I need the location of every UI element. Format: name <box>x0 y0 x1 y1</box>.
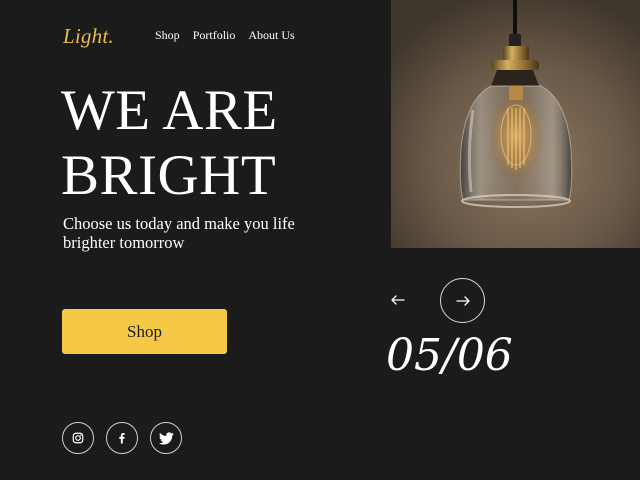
twitter-link[interactable] <box>150 422 182 454</box>
social-links <box>62 422 182 454</box>
slide-counter: 05/06 <box>386 330 513 381</box>
lamp-illustration <box>391 0 640 248</box>
hero-tagline: Choose us today and make you life bright… <box>63 214 295 252</box>
headline-line-1: WE ARE <box>61 79 278 142</box>
slider-prev-button[interactable] <box>385 287 411 313</box>
pendant-lamp-image <box>391 0 640 248</box>
headline-line-2: BRIGHT <box>61 144 277 207</box>
main-nav: Shop Portfolio About Us <box>155 28 295 43</box>
logo[interactable]: Light. <box>63 24 114 49</box>
nav-item-portfolio[interactable]: Portfolio <box>193 28 236 43</box>
facebook-link[interactable] <box>106 422 138 454</box>
shop-button[interactable]: Shop <box>62 309 227 354</box>
nav-item-about-us[interactable]: About Us <box>248 28 294 43</box>
nav-item-shop[interactable]: Shop <box>155 28 180 43</box>
twitter-icon <box>158 431 174 444</box>
slider-next-button[interactable] <box>440 278 485 323</box>
hero-headline: WE ARE BRIGHT <box>61 78 278 208</box>
instagram-link[interactable] <box>62 422 94 454</box>
facebook-icon <box>119 433 125 444</box>
arrow-left-icon <box>391 295 405 305</box>
instagram-icon <box>72 432 84 444</box>
arrow-right-icon <box>455 295 470 306</box>
